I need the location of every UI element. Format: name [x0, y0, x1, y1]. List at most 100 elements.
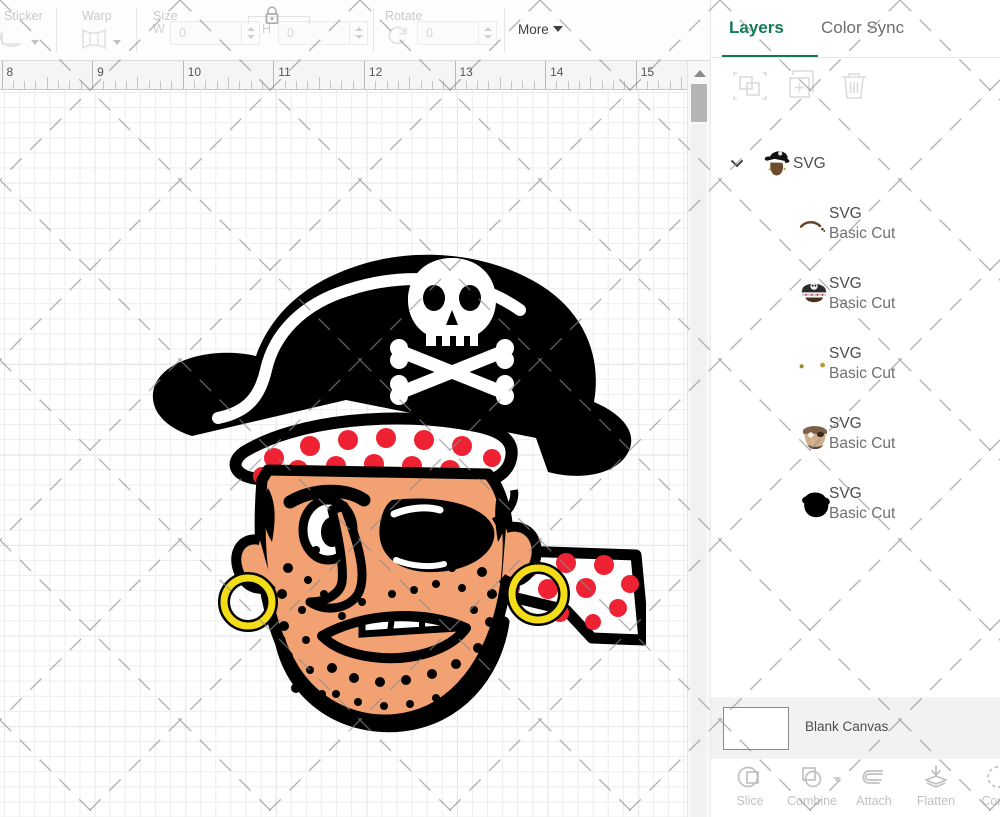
slice-button[interactable]: Slice	[719, 763, 781, 808]
toolbar-divider-1	[56, 8, 57, 52]
design-space-app: Sticker Warp Size W 0 H 0 Rotate 0 More …	[0, 0, 1000, 817]
attach-button[interactable]: Attach	[843, 763, 905, 808]
layer-row-2[interactable]: SVG Basic Cut	[711, 262, 1000, 332]
layers-list[interactable]: SVG SVG Basic Cut SVG Basic Cut SVG Basi…	[711, 120, 1000, 695]
pirate-head-artwork[interactable]	[96, 170, 646, 750]
ruler-tick-minor	[624, 81, 626, 89]
scrollbar-thumb[interactable]	[691, 84, 707, 122]
canvas-color-swatch[interactable]	[723, 707, 789, 750]
ruler-tick-major	[1, 61, 3, 89]
height-input[interactable]: 0	[278, 21, 350, 45]
toolbar-divider-2	[136, 8, 137, 52]
tab-layers[interactable]: Layers	[729, 18, 784, 38]
ruler-tick-minor	[590, 77, 592, 89]
top-toolbar: Sticker Warp Size W 0 H 0 Rotate 0 More	[0, 0, 710, 61]
more-label: More	[518, 22, 549, 37]
ruler-tick-minor	[499, 77, 501, 89]
ruler-tick-minor	[318, 77, 320, 89]
layer-row-1[interactable]: SVG Basic Cut	[711, 192, 1000, 262]
layer-text: SVG Basic Cut	[829, 344, 895, 384]
chevron-down-icon[interactable]	[729, 155, 745, 171]
lock-closed-icon[interactable]	[263, 5, 281, 30]
ruler-tick-minor	[556, 81, 558, 89]
rotate-input[interactable]: 0	[417, 21, 479, 45]
combine-button[interactable]: Combine	[781, 763, 843, 808]
attach-icon	[843, 763, 905, 793]
panel-divider	[711, 57, 1000, 58]
layer-title: SVG	[793, 155, 826, 172]
horizontal-ruler: 8 9 10 11 12 13 14 15	[0, 61, 687, 90]
ruler-label: 13	[459, 65, 473, 79]
bottom-toolbar: Slice Combine Attach Flatten Co	[711, 759, 1000, 817]
ruler-tick-minor	[46, 77, 48, 89]
toolbar-divider-4	[504, 8, 505, 52]
duplicate-button[interactable]	[781, 66, 823, 110]
layer-row-3[interactable]: SVG Basic Cut	[711, 332, 1000, 402]
ruler-tick-minor	[386, 81, 388, 89]
rotate-stepper[interactable]	[479, 21, 497, 45]
more-button[interactable]: More	[518, 22, 563, 37]
ruler-tick-minor	[477, 81, 479, 89]
ruler-tick-major	[635, 61, 637, 89]
toolbar-group-size: Size W 0 H 0	[150, 0, 398, 60]
sticker-icon[interactable]	[0, 30, 26, 57]
ruler-tick-minor	[658, 81, 660, 89]
ruler-tick-minor	[194, 81, 196, 89]
flatten-label: Flatten	[916, 794, 956, 808]
ruler-tick-minor	[171, 81, 173, 89]
layer-row-group[interactable]: SVG	[711, 142, 1000, 188]
sticker-caret-icon[interactable]	[31, 40, 39, 45]
ruler-tick-minor	[488, 81, 490, 89]
ruler-tick-minor	[103, 81, 105, 89]
ruler-tick-minor	[295, 81, 297, 89]
warp-caret-icon[interactable]	[113, 40, 121, 45]
scroll-up-arrow-icon[interactable]	[694, 70, 706, 77]
ruler-tick-minor	[397, 81, 399, 89]
contour-button[interactable]: Conto	[967, 763, 1000, 808]
layer-action-bar	[711, 66, 1000, 114]
tab-color-sync[interactable]: Color Sync	[821, 18, 904, 38]
scrollbar-track[interactable]	[691, 124, 706, 817]
slice-icon	[719, 763, 781, 793]
flatten-button[interactable]: Flatten	[905, 763, 967, 808]
width-stepper[interactable]	[242, 21, 260, 45]
layer-row-4[interactable]: SVG Basic Cut	[711, 402, 1000, 472]
layer-text: SVG	[793, 154, 826, 173]
ruler-tick-major	[182, 61, 184, 89]
contour-icon	[967, 763, 1000, 793]
ruler-tick-minor	[35, 81, 37, 89]
panel-tabs: Layers Color Sync	[711, 0, 1000, 58]
layer-thumbnail	[797, 214, 829, 236]
group-button[interactable]	[729, 66, 771, 110]
ruler-tick-minor	[126, 81, 128, 89]
height-stepper[interactable]	[350, 21, 368, 45]
ruler-tick-minor	[579, 81, 581, 89]
ruler-tick-minor	[352, 81, 354, 89]
ruler-tick-minor	[522, 81, 524, 89]
layer-subtitle: Basic Cut	[829, 435, 896, 452]
combine-caret-icon[interactable]	[833, 777, 841, 782]
rotate-icon[interactable]	[385, 24, 411, 53]
layer-text: SVG Basic Cut	[829, 484, 895, 524]
ruler-tick-minor	[160, 81, 162, 89]
design-canvas[interactable]	[0, 90, 687, 817]
layer-row-5[interactable]: SVG Basic Cut	[711, 472, 1000, 542]
layer-subtitle: Basic Cut	[829, 295, 896, 312]
layer-text: SVG Basic Cut	[829, 204, 895, 244]
delete-button[interactable]	[833, 66, 875, 110]
toolbar-divider-3	[373, 8, 374, 52]
ruler-tick-major	[363, 61, 365, 89]
canvas-vertical-scrollbar[interactable]	[687, 61, 710, 817]
layer-title: SVG	[829, 275, 862, 292]
contour-label: Conto	[981, 794, 1000, 808]
warp-label: Warp	[82, 9, 112, 23]
canvas-swatch-row[interactable]: Blank Canvas	[711, 697, 1000, 759]
layer-subtitle: Basic Cut	[829, 505, 896, 522]
width-input[interactable]: 0	[170, 21, 242, 45]
warp-icon[interactable]	[80, 28, 108, 55]
ruler-tick-major	[273, 61, 275, 89]
ruler-label: 11	[278, 65, 291, 79]
ruler-tick-minor	[567, 81, 569, 89]
ruler-tick-major	[92, 61, 94, 89]
ruler-tick-minor	[137, 77, 139, 89]
